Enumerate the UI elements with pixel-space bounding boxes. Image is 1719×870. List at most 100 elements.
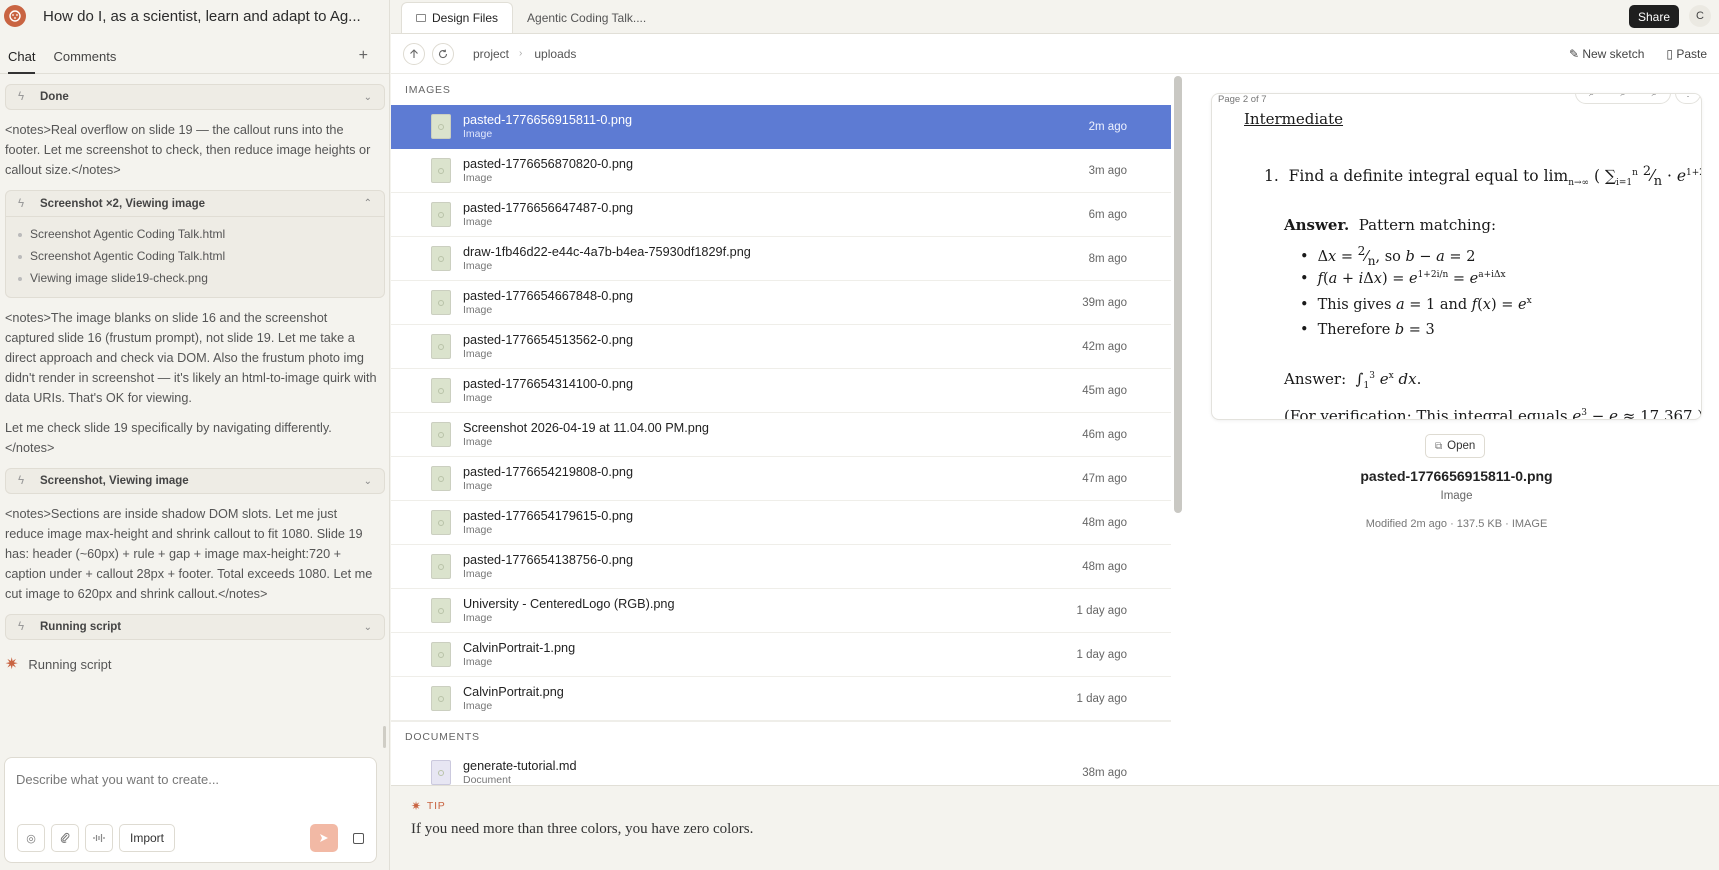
chat-transcript[interactable]: ϟ Done ⌄ <notes>Real overflow on slide 1… (0, 74, 390, 754)
image-thumbnail-icon (431, 114, 451, 139)
file-name: Screenshot 2026-04-19 at 11.04.00 PM.png (463, 420, 709, 435)
resize-handle[interactable] (383, 726, 386, 748)
tip-text: If you need more than three colors, you … (411, 821, 754, 837)
folder-icon (416, 14, 426, 22)
assistant-note: <notes>Sections are inside shadow DOM sl… (5, 507, 373, 601)
chevron-down-icon: ⌄ (363, 475, 372, 487)
app-logo-icon[interactable] (4, 5, 26, 27)
file-list[interactable]: IMAGES pasted-1776656915811-0.png Image 2m… (391, 75, 1171, 785)
tool-call-item[interactable]: Screenshot Agentic Coding Talk.html (18, 245, 374, 267)
file-modified-time: 1 day ago (1076, 604, 1127, 617)
file-row[interactable]: pasted-1776654138756-0.png Image 48m ago (391, 545, 1171, 589)
image-preview[interactable]: Intermediate 1. Find a definite integral… (1211, 93, 1702, 420)
share-button[interactable]: Share (1628, 5, 1679, 28)
zoom-controls[interactable]: ⌕ ⌕ ⌕ (1575, 94, 1671, 104)
stop-button[interactable] (344, 824, 372, 852)
scrollbar-thumb[interactable] (1174, 76, 1182, 513)
refresh-icon[interactable] (432, 42, 454, 65)
file-row[interactable]: pasted-1776654513562-0.png Image 42m ago (391, 325, 1171, 369)
tool-group-expanded: ϟ Screenshot ×2, Viewing image ⌃ Screens… (5, 190, 385, 298)
file-row[interactable]: Screenshot 2026-04-19 at 11.04.00 PM.png… (391, 413, 1171, 457)
file-modified-time: 42m ago (1082, 340, 1127, 353)
new-chat-button[interactable]: + (359, 47, 368, 65)
file-row[interactable]: draw-1fb46d22-e44c-4a7b-b4ea-75930df1829… (391, 237, 1171, 281)
file-name: CalvinPortrait-1.png (463, 640, 576, 655)
file-name: pasted-1776656647487-0.png (463, 200, 634, 215)
file-type: Image (463, 171, 493, 184)
file-modified-time: 38m ago (1082, 766, 1127, 779)
assistant-note: <notes>The image blanks on slide 16 and … (5, 311, 377, 405)
external-link-icon: ⧉ (1435, 440, 1443, 452)
zoom-in-icon[interactable]: ⌕ (1652, 94, 1658, 99)
done-chip[interactable]: ϟ Done ⌄ (5, 84, 385, 110)
image-thumbnail-icon (431, 290, 451, 315)
file-row[interactable]: generate-tutorial.md Document 38m ago (391, 751, 1171, 785)
file-name: pasted-1776654513562-0.png (463, 332, 634, 347)
tool-group-header[interactable]: ϟ Screenshot ×2, Viewing image ⌃ (6, 191, 384, 217)
tab-chat[interactable]: Chat (8, 40, 36, 74)
tool-call-item[interactable]: Screenshot Agentic Coding Talk.html (18, 223, 374, 245)
file-row[interactable]: pasted-1776656915811-0.png Image 2m ago (391, 105, 1171, 149)
file-row[interactable]: pasted-1776656647487-0.png Image 6m ago (391, 193, 1171, 237)
file-row[interactable]: pasted-1776654179615-0.png Image 48m ago (391, 501, 1171, 545)
open-button[interactable]: ⧉ Open (1425, 434, 1486, 458)
file-list-scrollbar[interactable] (1174, 76, 1183, 776)
send-button[interactable] (310, 824, 338, 852)
file-info: CalvinPortrait.png Image (463, 685, 564, 713)
up-arrow-icon[interactable] (403, 42, 425, 65)
breadcrumb-uploads[interactable]: uploads (534, 47, 576, 61)
import-button[interactable]: Import (119, 824, 176, 852)
file-name: pasted-1776654179615-0.png (463, 508, 634, 523)
image-thumbnail-icon (431, 642, 451, 667)
prompt-input[interactable] (16, 772, 356, 787)
tab-agentic-coding-talk[interactable]: Agentic Coding Talk.... (513, 2, 660, 33)
file-modified-time: 8m ago (1088, 252, 1127, 265)
file-row[interactable]: pasted-1776654219808-0.png Image 47m ago (391, 457, 1171, 501)
avatar[interactable]: C (1689, 5, 1711, 27)
composer: ◎ Import (4, 757, 377, 863)
file-name: pasted-1776654138756-0.png (463, 552, 634, 567)
zoom-out-icon[interactable]: ⌕ (1589, 94, 1595, 99)
file-row[interactable]: University - CenteredLogo (RGB).png Image… (391, 589, 1171, 633)
paste-button[interactable]: ▯ Paste (1666, 47, 1707, 61)
file-modified-time: 6m ago (1088, 208, 1127, 221)
file-info: pasted-1776656915811-0.png Image (463, 113, 632, 141)
bolt-icon: ϟ (18, 475, 25, 487)
tip-bar: ✷ TIP If you need more than three colors… (391, 785, 1719, 870)
file-info: Screenshot 2026-04-19 at 11.04.00 PM.png… (463, 421, 709, 449)
file-type: Image (463, 567, 493, 580)
file-modified-time: 1 day ago (1076, 648, 1127, 661)
file-row[interactable]: pasted-1776656870820-0.png Image 3m ago (391, 149, 1171, 193)
file-type: Image (463, 479, 493, 492)
spark-icon: ✷ (411, 799, 422, 813)
attach-icon[interactable] (51, 824, 79, 852)
file-row[interactable]: pasted-1776654667848-0.png Image 39m ago (391, 281, 1171, 325)
voice-icon[interactable] (85, 824, 113, 852)
assistant-note: Let me check slide 19 specifically by na… (5, 421, 332, 455)
new-sketch-button[interactable]: ✎ New sketch (1569, 47, 1644, 61)
zoom-reset-icon[interactable]: ⌕ (1620, 94, 1626, 99)
tab-comments[interactable]: Comments (53, 40, 116, 74)
project-title[interactable]: How do I, as a scientist, learn and adap… (43, 8, 361, 25)
file-type: Image (463, 655, 493, 668)
file-type: Image (463, 127, 493, 140)
image-thumbnail-icon (431, 466, 451, 491)
running-script-chip[interactable]: ϟ Running script ⌄ (5, 614, 385, 640)
more-icon[interactable]: ⋮ (1675, 94, 1701, 104)
file-row[interactable]: CalvinPortrait-1.png Image 1 day ago (391, 633, 1171, 677)
file-info: pasted-1776656870820-0.png Image (463, 157, 633, 185)
image-thumbnail-icon (431, 246, 451, 271)
file-info: pasted-1776654667848-0.png Image (463, 289, 633, 317)
settings-icon[interactable]: ◎ (17, 824, 45, 852)
file-row[interactable]: CalvinPortrait.png Image 1 day ago (391, 677, 1171, 721)
pencil-icon: ✎ (1568, 47, 1583, 61)
preview-final-answer: Answer: ∫13 ex dx. (1284, 370, 1422, 391)
breadcrumb-project[interactable]: project (473, 47, 509, 61)
file-type: Image (463, 391, 493, 404)
section-header-documents: DOCUMENTS (391, 721, 1171, 751)
screenshot-chip[interactable]: ϟ Screenshot, Viewing image ⌄ (5, 468, 385, 494)
tool-call-item[interactable]: Viewing image slide19-check.png (18, 267, 374, 289)
file-row[interactable]: pasted-1776654314100-0.png Image 45m ago (391, 369, 1171, 413)
file-info: pasted-1776654314100-0.png Image (463, 377, 633, 405)
tab-design-files[interactable]: Design Files (401, 2, 514, 33)
